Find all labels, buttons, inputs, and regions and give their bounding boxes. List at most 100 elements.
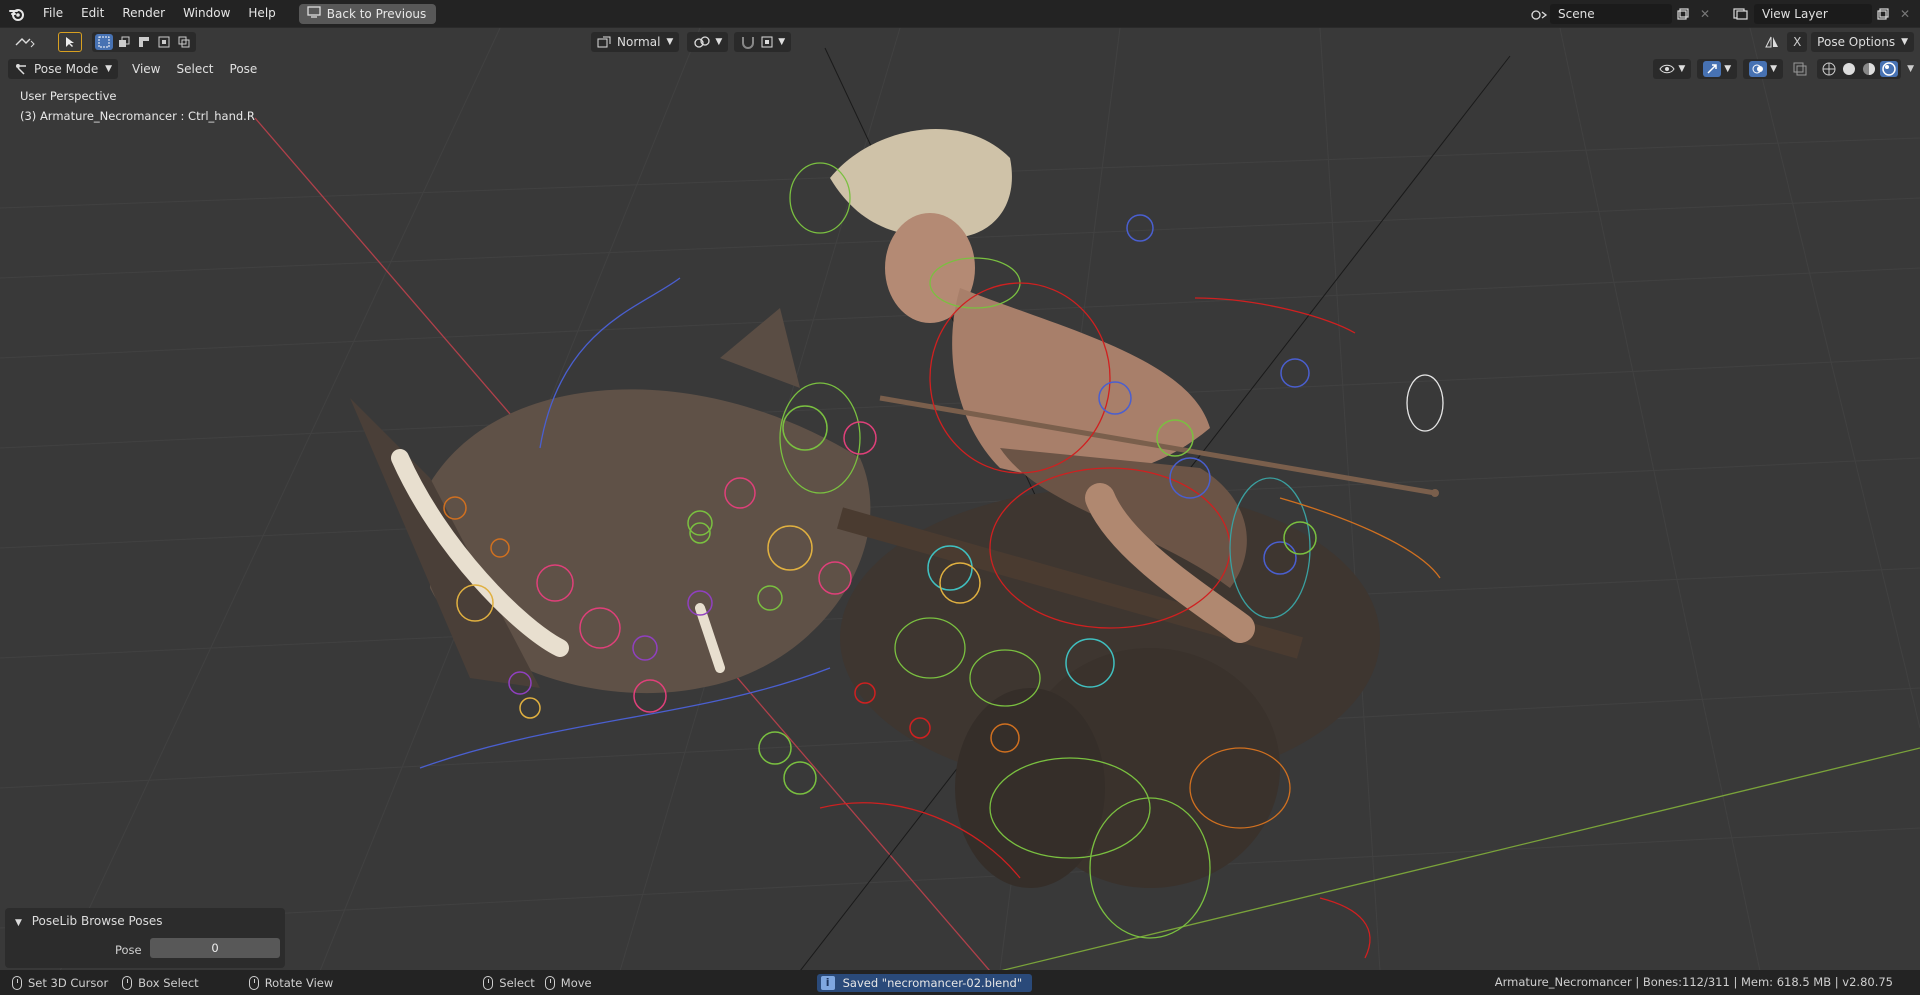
view-layer-field[interactable]: View Layer (1754, 3, 1872, 24)
orientation-icon (597, 36, 611, 48)
overlays-icon (1749, 61, 1768, 77)
pivot-point-dropdown[interactable]: ▼ (687, 32, 729, 52)
close-view-layer-icon[interactable]: ✕ (1894, 4, 1916, 24)
new-view-layer-icon[interactable] (1872, 4, 1894, 24)
transform-orientation-dropdown[interactable]: Normal ▼ (591, 32, 680, 52)
mode-dropdown[interactable]: Pose Mode ▼ (8, 59, 118, 79)
hint-move-label: Move (560, 975, 592, 990)
mode-label: Pose Mode (34, 62, 99, 76)
pose-options-label: Pose Options (1817, 35, 1896, 49)
menu-edit[interactable]: Edit (72, 0, 113, 27)
hint-box-select: Box Select (122, 975, 199, 990)
close-scene-icon[interactable]: ✕ (1694, 4, 1716, 24)
wireframe-shading-icon[interactable] (1820, 61, 1838, 77)
hint-select-label: Select (499, 975, 535, 990)
chevron-down-icon: ▼ (715, 37, 723, 47)
shading-mode-group (1817, 59, 1902, 79)
back-to-previous-label: Back to Previous (326, 6, 427, 21)
menu-file[interactable]: File (34, 0, 72, 27)
scene-view-layer-area: Scene ✕ View Layer ✕ (1528, 0, 1920, 27)
scene-name-label: Scene (1558, 6, 1595, 21)
back-to-previous-button[interactable]: Back to Previous (298, 3, 437, 24)
chevron-down-icon: ▼ (778, 37, 786, 47)
hint-rotate-view-label: Rotate View (264, 975, 334, 990)
select-invert-icon[interactable] (155, 34, 173, 50)
material-shading-icon[interactable] (1860, 61, 1878, 77)
mouse-middle-icon (248, 975, 259, 990)
chevron-down-icon: ▼ (1770, 64, 1778, 74)
viewport-shading-area: ▼ ▼ ▼ ▼ (1653, 59, 1914, 79)
saved-report-label: Saved "necromancer-02.blend" (842, 975, 1023, 990)
select-subtract-icon[interactable] (135, 34, 153, 50)
mirror-x-icon[interactable] (1761, 32, 1783, 52)
boar-model (350, 308, 1380, 888)
pose-index-field[interactable]: 0 (150, 938, 280, 958)
screen-back-icon (307, 6, 321, 21)
scene-selector-icon[interactable] (1528, 4, 1550, 24)
pivot-link-icon (694, 36, 710, 48)
orientation-label: Normal (617, 35, 661, 49)
new-scene-icon[interactable] (1672, 4, 1694, 24)
last-operator-header[interactable]: ▼ PoseLib Browse Poses (15, 914, 163, 928)
mirror-x-toggle[interactable]: X (1787, 32, 1808, 52)
visibility-dropdown[interactable]: ▼ (1653, 59, 1692, 79)
hint-set-cursor-label: Set 3D Cursor (28, 975, 109, 990)
pose-options-area: X Pose Options ▼ (1761, 32, 1920, 52)
top-menu-bar: File Edit Render Window Help Back to Pre… (0, 0, 1920, 27)
hint-set-cursor: Set 3D Cursor (12, 975, 109, 990)
gizmo-dropdown[interactable]: ▼ (1697, 59, 1738, 79)
chevron-down-icon: ▼ (666, 37, 674, 47)
snap-dropdown[interactable]: ▼ (734, 32, 792, 52)
saved-report[interactable]: i Saved "necromancer-02.blend" (816, 973, 1033, 992)
viewport-scene (0, 28, 1920, 970)
select-intersect-icon[interactable] (175, 34, 193, 50)
scene-name-field[interactable]: Scene (1550, 3, 1672, 24)
pose-field-label: Pose (115, 943, 142, 957)
menu-render[interactable]: Render (113, 0, 174, 27)
view-layer-label: View Layer (1762, 6, 1828, 21)
snap-target-icon (761, 36, 773, 48)
status-bar: Set 3D Cursor Box Select Rotate View Sel… (0, 970, 1920, 995)
chevron-down-icon: ▼ (105, 64, 112, 74)
blender-logo-icon[interactable] (0, 0, 34, 27)
chevron-down-icon: ▼ (1724, 64, 1732, 74)
3d-viewport[interactable]: Normal ▼ ▼ ▼ X Pose Options ▼ Pose Mode … (0, 27, 1920, 970)
overlays-dropdown[interactable]: ▼ (1743, 59, 1784, 79)
menu-help[interactable]: Help (239, 0, 284, 27)
menu-window[interactable]: Window (174, 0, 239, 27)
hint-box-select-label: Box Select (138, 975, 199, 990)
menu-pose[interactable]: Pose (222, 59, 266, 79)
xray-toggle-icon[interactable] (1789, 59, 1811, 79)
menu-view[interactable]: View (124, 59, 168, 79)
hint-move: Move (544, 975, 592, 990)
mouse-right-drag-icon (544, 975, 555, 990)
info-icon: i (820, 975, 835, 990)
last-operator-title: PoseLib Browse Poses (31, 914, 163, 928)
pose-options-dropdown[interactable]: Pose Options ▼ (1811, 32, 1914, 52)
view-layer-icon[interactable] (1730, 4, 1752, 24)
chevron-down-icon: ▼ (1678, 64, 1686, 74)
select-extend-icon[interactable] (115, 34, 133, 50)
mouse-right-icon (483, 975, 494, 990)
active-object-label: (3) Armature_Necromancer : Ctrl_hand.R (20, 109, 255, 123)
hint-rotate-view: Rotate View (248, 975, 334, 990)
selection-mode-group (92, 32, 196, 52)
magnet-icon (742, 37, 755, 49)
rendered-shading-icon[interactable] (1880, 61, 1899, 77)
mouse-drag-icon (122, 975, 133, 990)
eye-icon (1659, 64, 1675, 74)
view-perspective-label: User Perspective (20, 89, 117, 103)
mouse-left-icon (12, 975, 22, 990)
solid-shading-icon[interactable] (1840, 61, 1858, 77)
viewport-header-menus: Pose Mode ▼ View Select Pose ▼ ▼ ▼ ▼ (0, 56, 1920, 82)
hint-select: Select (483, 975, 535, 990)
select-new-icon[interactable] (95, 34, 113, 50)
cursor-arrow-icon (66, 37, 74, 47)
pose-mode-icon (16, 64, 26, 75)
shading-options-chevron-icon[interactable]: ▼ (1907, 64, 1914, 74)
chevron-down-icon: ▼ (1901, 37, 1908, 47)
select-tool-button[interactable] (58, 32, 82, 52)
menu-select[interactable]: Select (168, 59, 221, 79)
editor-type-button[interactable] (8, 32, 42, 52)
last-operator-panel: ▼ PoseLib Browse Poses Pose 0 (5, 908, 285, 968)
